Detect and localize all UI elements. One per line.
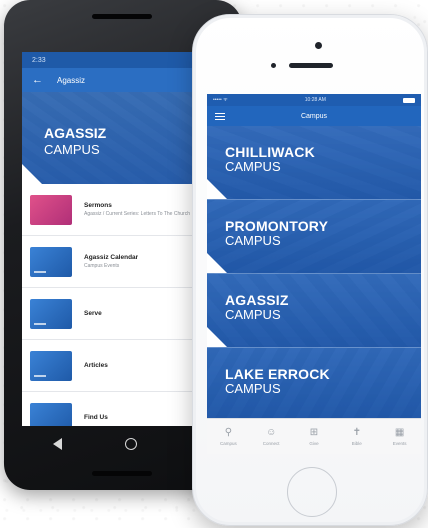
- campus-card-title: PROMONTORY: [225, 218, 329, 234]
- campus-card-subtitle: CAMPUS: [225, 381, 281, 396]
- corner-triangle-icon: [22, 164, 42, 184]
- tab-connect[interactable]: ☺ Connect: [251, 427, 291, 446]
- campus-card-agassiz[interactable]: AGASSIZ CAMPUS: [207, 274, 421, 348]
- iphone-status-time: 10:28 AM: [304, 97, 326, 103]
- list-item-thumbnail: [30, 298, 72, 329]
- android-status-time: 2:33: [32, 56, 46, 64]
- calendar-icon: ▦: [394, 427, 405, 438]
- iphone-status-carrier: ••••• ᯤ: [213, 97, 228, 103]
- campus-card-subtitle: CAMPUS: [225, 233, 281, 248]
- campus-card-subtitle: CAMPUS: [225, 159, 281, 174]
- tab-campus[interactable]: ⚲ Campus: [208, 427, 248, 446]
- list-item-title: Find Us: [84, 414, 108, 421]
- list-item-subtitle: Agassiz / Current Series: Letters To The…: [84, 211, 190, 217]
- iphone-status-bar: ••••• ᯤ 10:28 AM: [207, 94, 421, 106]
- campus-card-lake-errock[interactable]: LAKE ERROCK CAMPUS: [207, 348, 421, 422]
- list-item-title: Serve: [84, 310, 102, 317]
- campus-card-promontory[interactable]: PROMONTORY CAMPUS: [207, 200, 421, 274]
- list-item-title: Sermons: [84, 202, 112, 209]
- list-item-thumbnail: [30, 194, 72, 225]
- gift-icon: ⊞: [309, 427, 319, 438]
- list-item-title: Articles: [84, 362, 108, 369]
- campus-card-title: LAKE ERROCK: [225, 366, 330, 382]
- location-pin-icon: ⚲: [224, 427, 233, 438]
- campus-card-title: CHILLIWACK: [225, 144, 315, 160]
- corner-triangle-icon: [207, 179, 227, 199]
- iphone-nav-title: Campus: [300, 112, 328, 120]
- front-camera-icon: [315, 42, 322, 49]
- tab-label: Events: [392, 441, 407, 446]
- proximity-sensor-icon: [271, 63, 276, 68]
- tab-events[interactable]: ▦ Events: [380, 427, 420, 446]
- android-speaker-top: [92, 14, 152, 19]
- tab-bible[interactable]: ✝ Bible: [337, 427, 377, 446]
- arrow-left-icon[interactable]: ←: [32, 74, 43, 86]
- iphone-tab-bar: ⚲ Campus ☺ Connect ⊞ Give ✝ Bible ▦ Even…: [207, 418, 421, 454]
- iphone: ••••• ᯤ 10:28 AM Campus CHILLIWACK CAMPU…: [192, 14, 428, 526]
- android-hero-title: AGASSIZ: [44, 125, 107, 141]
- earpiece-speaker: [289, 63, 333, 68]
- tab-label: Give: [309, 441, 319, 446]
- battery-icon: [402, 97, 415, 103]
- campus-card-title: AGASSIZ: [225, 292, 289, 308]
- back-triangle-icon[interactable]: [53, 438, 63, 450]
- list-item-thumbnail: [30, 402, 72, 426]
- campus-card-subtitle: CAMPUS: [225, 307, 281, 322]
- bible-icon: ✝: [352, 427, 361, 438]
- corner-triangle-icon: [207, 327, 227, 347]
- iphone-screen: ••••• ᯤ 10:28 AM Campus CHILLIWACK CAMPU…: [207, 94, 421, 454]
- corner-triangle-icon: [207, 253, 227, 273]
- tab-give[interactable]: ⊞ Give: [294, 427, 334, 446]
- tab-label: Bible: [351, 441, 362, 446]
- list-item-subtitle: Campus Events: [84, 263, 120, 269]
- list-item-thumbnail: [30, 350, 72, 381]
- iphone-nav-bar: Campus: [207, 106, 421, 126]
- tab-label: Campus: [220, 441, 237, 446]
- android-hero-subtitle: CAMPUS: [44, 142, 100, 157]
- tab-label: Connect: [262, 441, 280, 446]
- home-circle-icon[interactable]: [124, 438, 137, 450]
- campus-card-chilliwack[interactable]: CHILLIWACK CAMPUS: [207, 126, 421, 200]
- home-button[interactable]: [287, 467, 337, 517]
- android-speaker-bottom: [92, 471, 152, 476]
- list-item-title: Agassiz Calendar: [84, 254, 139, 261]
- list-item-thumbnail: [30, 246, 72, 277]
- people-icon: ☺: [266, 427, 277, 438]
